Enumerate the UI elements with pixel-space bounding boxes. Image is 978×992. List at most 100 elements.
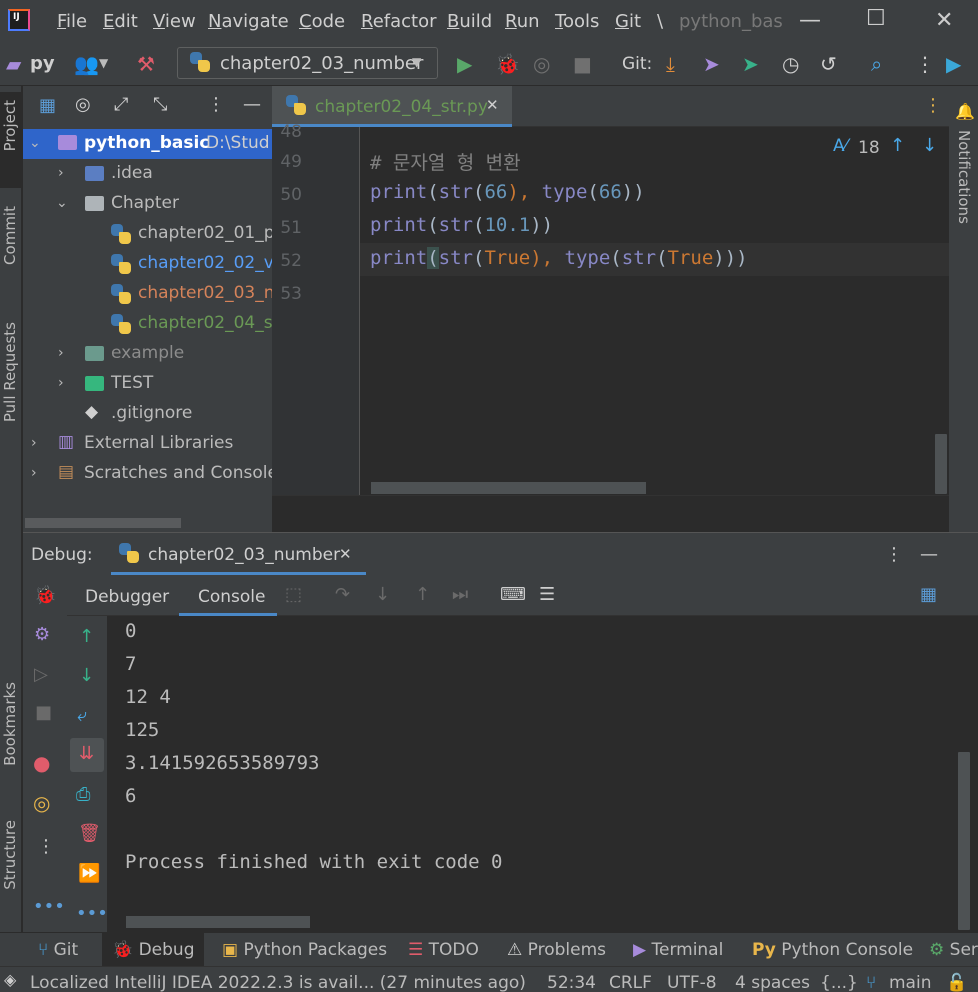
step-into-icon[interactable]: ↓ [375, 584, 390, 605]
scroll-to-end-button[interactable]: ⇊ [70, 738, 104, 772]
menu-refactor[interactable]: Refactor [361, 11, 437, 32]
tool-structure[interactable]: Structure [1, 820, 19, 890]
tree-item-example[interactable]: › example [23, 339, 272, 369]
code-line-49[interactable]: # 문자열 형 변환 [370, 148, 521, 175]
tool-commit[interactable]: Commit [1, 206, 19, 265]
line-separator[interactable]: CRLF [609, 973, 652, 992]
step-out-icon[interactable]: ↑ [415, 584, 430, 605]
threads-list-icon[interactable]: ☰ [539, 584, 555, 605]
tool-todo[interactable]: ☰ TODO [408, 940, 479, 960]
run-to-cursor-icon[interactable]: ⏭ [452, 584, 468, 605]
collapse-all-icon[interactable]: ⤡ [153, 94, 167, 115]
debug-session-tab[interactable]: chapter02_03_number [148, 545, 340, 565]
horizontal-scrollbar[interactable] [126, 916, 310, 928]
tree-item-file[interactable]: chapter02_03_nu [23, 279, 272, 309]
close-tab-icon[interactable]: ✕ [486, 96, 499, 114]
tool-problems[interactable]: ⚠ Problems [507, 940, 606, 960]
menu-code[interactable]: Code [299, 11, 345, 32]
chevron-right-icon[interactable]: › [31, 435, 37, 451]
tool-terminal[interactable]: ▶ Terminal [633, 940, 723, 960]
history-icon[interactable]: ◷ [782, 52, 799, 76]
tree-item-scratches[interactable]: › ▤ Scratches and Consoles [23, 459, 272, 489]
tool-python-packages[interactable]: ▣ Python Packages [222, 940, 387, 960]
notification-bell-icon[interactable]: 🔔 [955, 102, 975, 121]
chevron-down-icon[interactable]: ⌄ [29, 135, 41, 151]
tree-item-chapter[interactable]: ⌄ Chapter [23, 189, 272, 219]
debug-bug-icon[interactable]: 🐞 [495, 52, 520, 76]
spellcheck-icon[interactable]: A⁄ [833, 136, 847, 156]
menu-navigate[interactable]: Navigate [208, 11, 289, 32]
python-console-icon[interactable]: ⌨ [500, 584, 526, 605]
menu-overflow[interactable]: \ [657, 11, 663, 32]
file-encoding[interactable]: UTF-8 [667, 973, 717, 992]
tool-git[interactable]: ⑂ Git [38, 940, 78, 960]
up-icon[interactable]: ↑ [79, 626, 94, 647]
indent-setting[interactable]: 4 spaces [735, 973, 810, 992]
more-horizontal-icon[interactable]: ••• [33, 896, 65, 917]
maximize-icon[interactable]: ☐ [866, 6, 886, 31]
inspection-count[interactable]: 18 [858, 138, 880, 158]
chevron-right-icon[interactable]: › [58, 165, 64, 181]
tool-notifications[interactable]: Notifications [955, 130, 973, 224]
close-tab-icon[interactable]: ✕ [339, 545, 352, 563]
menu-run[interactable]: Run [505, 11, 540, 32]
code-line-52[interactable]: print(str(True), type(str(True))) [370, 247, 748, 269]
select-opened-file-icon[interactable]: ◎ [75, 94, 91, 115]
chevron-right-icon[interactable]: › [58, 375, 64, 391]
tab-console[interactable]: Console [198, 587, 266, 607]
horizontal-scrollbar[interactable] [371, 482, 646, 494]
options-icon[interactable]: ⋮ [885, 544, 903, 565]
down-icon[interactable]: ↓ [79, 665, 94, 686]
json-braces[interactable]: {...} [820, 973, 858, 992]
rollback-icon[interactable]: ↺ [820, 52, 837, 76]
project-name[interactable]: py [30, 53, 55, 74]
run-more-icon[interactable]: ⏩ [78, 863, 100, 884]
horizontal-scrollbar[interactable] [25, 518, 181, 528]
caret-position[interactable]: 52:34 [547, 973, 596, 992]
tree-item-file[interactable]: chapter02_04_str [23, 309, 272, 339]
run-icon[interactable]: ▶ [457, 52, 472, 76]
status-toggle-icon[interactable]: ◈ [4, 970, 16, 989]
view-breakpoints-icon[interactable]: ● [33, 751, 50, 775]
vertical-scrollbar[interactable] [935, 434, 947, 494]
tool-python-console[interactable]: Py Python Console [752, 940, 913, 960]
print-icon[interactable]: ⎙ [76, 784, 90, 805]
tree-item-gitignore[interactable]: ◆ .gitignore [23, 399, 272, 429]
chevron-down-icon[interactable]: ⌄ [56, 195, 68, 211]
rerun-debug-icon[interactable]: 🐞 [34, 585, 56, 606]
tool-debug[interactable]: 🐞 Debug [102, 933, 205, 967]
tree-item-test[interactable]: › TEST [23, 369, 272, 399]
options-icon[interactable]: ⋮ [207, 94, 225, 115]
project-view-icon[interactable]: ▦ [39, 95, 56, 116]
close-icon[interactable]: ✕ [935, 8, 953, 33]
users-icon[interactable]: 👥 [74, 52, 99, 76]
menu-file[interactable]: File [57, 11, 87, 32]
hide-panel-icon[interactable]: — [920, 544, 938, 565]
lock-icon[interactable]: 🔓 [946, 973, 967, 992]
git-push-icon[interactable]: ➤ [703, 52, 720, 76]
status-message[interactable]: Localized IntelliJ IDEA 2022.2.3 is avai… [30, 973, 526, 992]
clear-all-icon[interactable]: 🗑 [78, 823, 101, 844]
menu-build[interactable]: Build [447, 11, 492, 32]
more-horizontal-icon[interactable]: ••• [76, 903, 108, 924]
tree-item-file[interactable]: chapter02_01_pr [23, 219, 272, 249]
chevron-down-icon[interactable]: ▼ [99, 56, 108, 70]
editor-tab[interactable]: chapter02_04_str.py ✕ [272, 86, 512, 127]
tree-item-file[interactable]: chapter02_02_va [23, 249, 272, 279]
previous-highlight-icon[interactable]: ↑ [890, 135, 905, 156]
more-icon[interactable]: ⋮ [915, 52, 935, 76]
chevron-right-icon[interactable]: › [31, 465, 37, 481]
tool-pull-requests[interactable]: Pull Requests [1, 322, 19, 422]
stop-icon[interactable]: ■ [573, 52, 592, 76]
mute-breakpoints-icon[interactable]: ◎ [33, 791, 50, 815]
build-hammer-icon[interactable]: ⚒ [137, 52, 155, 76]
more-icon[interactable]: ⋮ [37, 836, 55, 857]
tree-item-idea[interactable]: › .idea [23, 159, 272, 189]
settings-icon[interactable]: ⚙ [34, 624, 50, 645]
menu-git[interactable]: Git [615, 11, 641, 32]
tool-bookmarks[interactable]: Bookmarks [1, 682, 19, 766]
resume-icon[interactable]: ▷ [34, 664, 48, 685]
menu-tools[interactable]: Tools [555, 11, 599, 32]
tab-debugger[interactable]: Debugger [85, 587, 169, 607]
soft-wrap-icon[interactable]: ⤶ [77, 705, 87, 726]
